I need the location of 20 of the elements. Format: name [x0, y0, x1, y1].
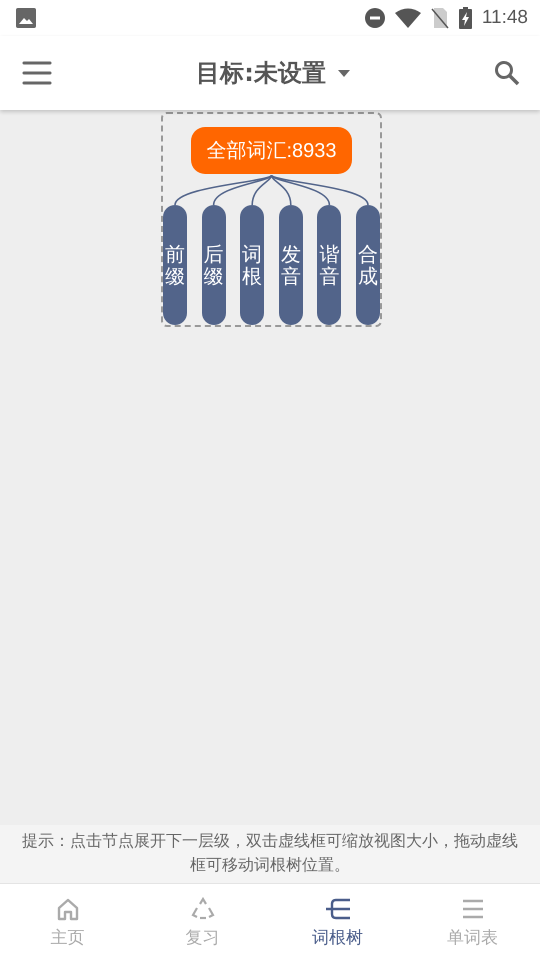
nav-tab[interactable]: 词根树: [270, 884, 405, 960]
goal-title[interactable]: 目标:未设置: [196, 57, 326, 89]
image-icon: [16, 8, 36, 28]
tree-node[interactable]: 谐音: [317, 205, 342, 325]
tree-node[interactable]: 后缀: [202, 205, 226, 325]
menu-icon[interactable]: [22, 60, 52, 86]
tree-node[interactable]: 合成: [356, 205, 380, 325]
dashed-frame[interactable]: 全部词汇:8933 前缀 后缀 词根 发音 谐音 合成: [161, 112, 382, 327]
search-icon[interactable]: [494, 60, 520, 86]
no-sim-icon: [430, 7, 449, 29]
battery-charging-icon: [458, 7, 472, 29]
recycle-icon: [190, 896, 216, 922]
wifi-icon: [394, 8, 421, 28]
status-time: 11:48: [482, 7, 528, 29]
dropdown-caret-icon[interactable]: [338, 70, 350, 76]
tree-node[interactable]: 前缀: [163, 205, 187, 325]
tree-node[interactable]: 发音: [278, 205, 303, 325]
do-not-disturb-icon: [364, 8, 385, 28]
tree-node[interactable]: 词根: [240, 205, 264, 325]
hint-text: 提示：点击节点展开下一层级，双击虚线框可缩放视图大小，拖动虚线框可移动词根树位置。: [0, 825, 540, 883]
